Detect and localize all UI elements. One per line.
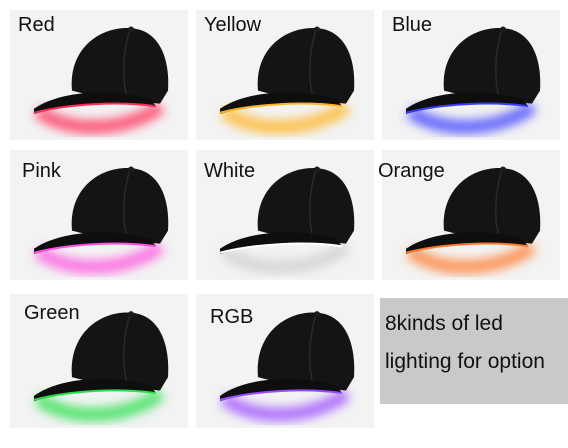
cap-button [128,311,134,318]
cap-crown [71,28,169,104]
cap-button [128,26,134,33]
cap-crown [443,28,541,104]
cap-button [314,311,320,318]
hat-label-rgb: RGB [210,306,254,328]
cap-crown [71,312,169,391]
cap-button [500,26,506,33]
cap-crown [257,312,355,391]
led-glow [220,101,352,135]
cap-crown [443,168,541,244]
led-glow [34,241,166,275]
info-line-2: lighting for option [385,350,545,373]
cap-button [314,166,320,173]
cap-button [314,26,320,33]
led-glow [34,101,166,135]
cap-crown [257,28,355,104]
led-glow [406,101,538,135]
led-glow [406,241,538,275]
cap-crown [257,168,355,244]
hat-label-orange: Orange [378,160,445,182]
hat-label-yellow: Yellow [204,14,262,36]
hat-label-red: Red [18,14,55,36]
cap-button [128,166,134,173]
info-line-1: 8kinds of led [385,312,503,335]
hat-label-white: White [204,160,256,182]
hat-label-blue: Blue [392,14,433,36]
cap-button [500,166,506,173]
led-glow [33,388,166,422]
led-glow [220,241,352,275]
led-glow [219,388,352,422]
hat-label-green: Green [24,302,80,324]
cap-crown [71,168,169,244]
hat-label-pink: Pink [22,160,61,182]
